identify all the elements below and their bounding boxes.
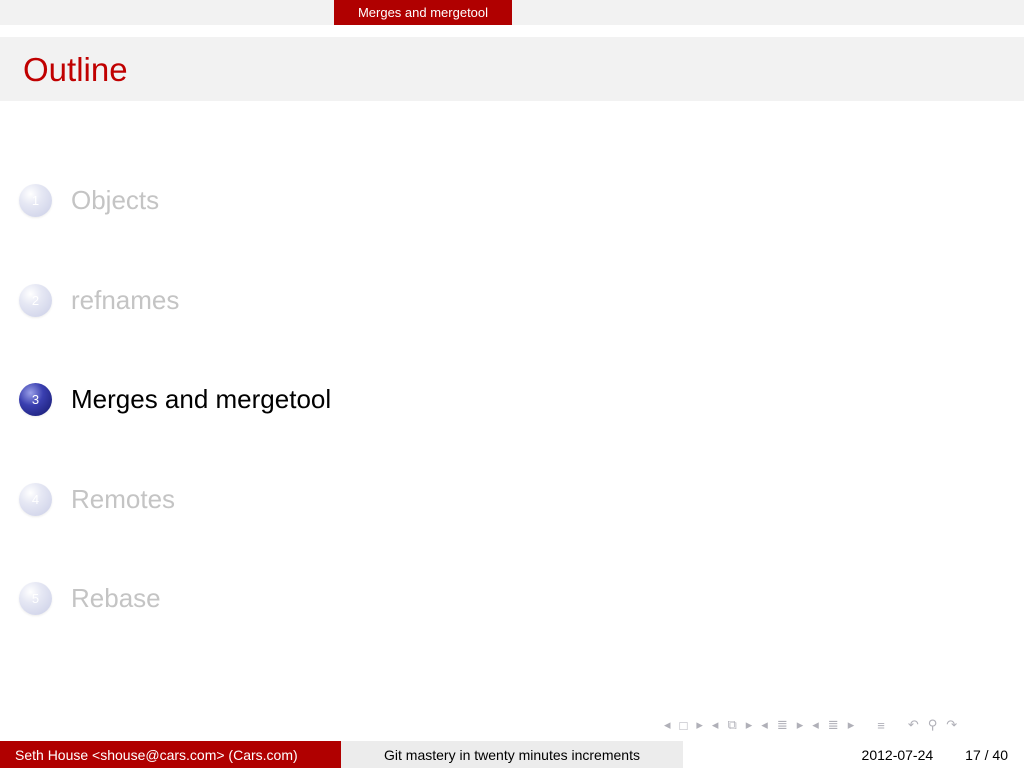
footer-page-number: 17 / 40 <box>965 746 1008 763</box>
next-section-icon[interactable]: ▸ <box>797 717 804 733</box>
back-icon[interactable]: ↶ <box>908 717 919 733</box>
outline-item-objects[interactable]: 1 Objects <box>19 183 159 217</box>
outline-item-merges-and-mergetool[interactable]: 3 Merges and mergetool <box>19 382 331 416</box>
part-icon[interactable]: ≣ <box>828 717 839 733</box>
frame-icon[interactable]: □ <box>680 718 688 733</box>
outline-item-label: Merges and mergetool <box>71 383 332 414</box>
prev-frame-icon[interactable]: ◂ <box>664 717 671 733</box>
next-frame-icon[interactable]: ▸ <box>696 717 703 733</box>
footer-talk-title: Git mastery in twenty minutes increments <box>341 741 683 768</box>
outline-item-label: Rebase <box>71 582 161 613</box>
frame-title-bar: Outline <box>0 37 1024 101</box>
outline-item-label: refnames <box>71 284 180 315</box>
forward-icon[interactable]: ↷ <box>946 717 957 733</box>
footer-author: Seth House <shouse@cars.com> (Cars.com) <box>0 741 341 768</box>
footer: Seth House <shouse@cars.com> (Cars.com) … <box>0 741 1024 768</box>
section-number-ball: 3 <box>19 382 52 416</box>
outline-item-rebase[interactable]: 5 Rebase <box>19 581 161 615</box>
subsection-icon[interactable]: ⧉ <box>727 717 736 733</box>
next-subsection-icon[interactable]: ▸ <box>746 717 753 733</box>
outline-item-label: Remotes <box>71 483 176 514</box>
section-number-ball: 4 <box>19 482 52 516</box>
section-icon[interactable]: ≣ <box>777 717 788 733</box>
align-icon[interactable]: ≡ <box>877 718 885 733</box>
footer-date: 2012-07-24 <box>861 746 934 763</box>
footer-meta: 2012-07-24 17 / 40 <box>683 741 1024 768</box>
next-part-icon[interactable]: ▸ <box>848 717 855 733</box>
section-number-ball: 2 <box>19 283 52 317</box>
frame-title: Outline <box>23 51 128 88</box>
prev-section-icon[interactable]: ◂ <box>761 717 768 733</box>
search-icon[interactable]: ⚲ <box>928 717 938 733</box>
section-number-ball: 1 <box>19 183 52 217</box>
prev-part-icon[interactable]: ◂ <box>812 717 819 733</box>
outline-item-remotes[interactable]: 4 Remotes <box>19 482 175 516</box>
top-navigation-bar: Merges and mergetool <box>0 0 1024 25</box>
outline-item-label: Objects <box>71 184 160 215</box>
current-section-link[interactable]: Merges and mergetool <box>334 0 512 25</box>
section-number-ball: 5 <box>19 581 52 615</box>
beamer-navigation-symbols: ◂ □ ▸ ◂ ⧉ ▸ ◂ ≣ ▸ ◂ ≣ ▸ ≡ ↶ ⚲ ↷ <box>664 715 1018 735</box>
prev-subsection-icon[interactable]: ◂ <box>712 717 719 733</box>
outline-item-refnames[interactable]: 2 refnames <box>19 283 179 317</box>
